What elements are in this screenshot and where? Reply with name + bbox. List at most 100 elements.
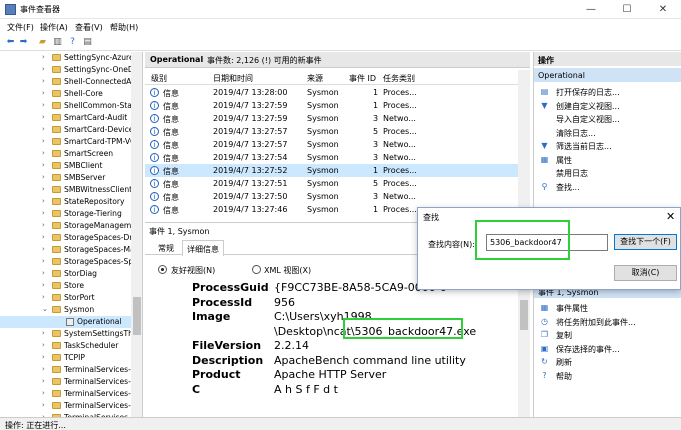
tree-item[interactable]: › TerminalServices-C (0, 364, 131, 376)
expand-chevron-icon[interactable]: › (42, 125, 45, 133)
tree-item[interactable]: › SmartCard-DeviceE (0, 124, 131, 136)
find-next-button[interactable]: 查找下一个(F) (614, 234, 677, 250)
event-row[interactable]: i 信息 2019/4/7 13:27:57 Sysmon 5 Proces... (145, 125, 518, 138)
column-event-id[interactable]: 事件 ID (349, 73, 376, 84)
action-item[interactable]: ↻ 刷新 (534, 355, 681, 368)
friendly-view-radio[interactable] (158, 265, 167, 274)
expand-chevron-icon[interactable]: › (42, 77, 45, 85)
xml-view-radio[interactable] (252, 265, 261, 274)
column-level[interactable]: 级别 (151, 73, 167, 84)
expand-chevron-icon[interactable]: › (42, 233, 45, 241)
tree-item[interactable]: › TaskScheduler (0, 340, 131, 352)
action-item[interactable]: 导入自定义视图... (534, 112, 681, 125)
expand-chevron-icon[interactable]: › (42, 113, 45, 121)
close-button[interactable]: ✕ (645, 0, 681, 19)
tree-item[interactable]: › TCPIP (0, 352, 131, 364)
tree-item[interactable]: › ShellCommon-Stan (0, 100, 131, 112)
tree-item[interactable]: › SMBClient (0, 160, 131, 172)
expand-chevron-icon[interactable]: › (42, 65, 45, 73)
column-source[interactable]: 来源 (307, 73, 323, 84)
event-row[interactable]: i 信息 2019/4/7 13:27:57 Sysmon 3 Netwo... (145, 138, 518, 151)
expand-chevron-icon[interactable]: › (42, 281, 45, 289)
tree-item[interactable]: ⌄ Sysmon (0, 304, 131, 316)
menu-action[interactable]: 操作(A) (40, 22, 68, 33)
tree-item[interactable]: › TerminalServices-P (0, 400, 131, 412)
menu-view[interactable]: 查看(V) (75, 22, 103, 33)
event-row[interactable]: i 信息 2019/4/7 13:27:59 Sysmon 3 Netwo... (145, 112, 518, 125)
actions-section-log[interactable]: Operational (534, 68, 681, 82)
tree-item[interactable]: › SystemSettingsThre (0, 328, 131, 340)
expand-chevron-icon[interactable]: › (42, 377, 45, 385)
action-item[interactable]: ❐ 复制 (534, 328, 681, 341)
expand-chevron-icon[interactable]: › (42, 365, 45, 373)
tree-item[interactable]: › SmartCard-Audit (0, 112, 131, 124)
tab-general[interactable]: 常规 (155, 243, 177, 254)
expand-chevron-icon[interactable]: › (42, 197, 45, 205)
tree-item[interactable]: › Shell-Core (0, 88, 131, 100)
collapse-chevron-icon[interactable]: ⌄ (42, 305, 48, 313)
tree-item[interactable]: › SettingSync-OneDr (0, 64, 131, 76)
event-row[interactable]: i 信息 2019/4/7 13:27:54 Sysmon 3 Netwo... (145, 151, 518, 164)
expand-chevron-icon[interactable]: › (42, 257, 45, 265)
action-item[interactable]: ? 帮助 (534, 369, 681, 382)
action-item[interactable]: ▦ 属性 (534, 153, 681, 166)
event-row[interactable]: i 信息 2019/4/7 13:27:50 Sysmon 3 Netwo... (145, 190, 518, 203)
tree-item[interactable]: › Shell-ConnectedAc (0, 76, 131, 88)
expand-chevron-icon[interactable]: › (42, 173, 45, 181)
tree-item[interactable]: Operational (0, 316, 131, 328)
expand-chevron-icon[interactable]: › (42, 53, 45, 61)
expand-chevron-icon[interactable]: › (42, 341, 45, 349)
back-arrow-icon[interactable]: ⬅ (5, 37, 16, 48)
menu-file[interactable]: 文件(F) (7, 22, 34, 33)
action-item[interactable]: ▤ 打开保存的日志... (534, 85, 681, 98)
action-item[interactable]: ▦ 事件属性 (534, 301, 681, 314)
tree-item[interactable]: › StateRepository (0, 196, 131, 208)
expand-chevron-icon[interactable]: › (42, 269, 45, 277)
expand-chevron-icon[interactable]: › (42, 329, 45, 337)
menu-help[interactable]: 帮助(H) (110, 22, 138, 33)
action-item[interactable]: ▣ 保存选择的事件... (534, 342, 681, 355)
expand-chevron-icon[interactable]: › (42, 101, 45, 109)
action-item[interactable]: ⚲ 查找... (534, 180, 681, 193)
expand-chevron-icon[interactable]: › (42, 221, 45, 229)
action-item[interactable]: ▼ 创建自定义视图... (534, 99, 681, 112)
tree-item[interactable]: › StorPort (0, 292, 131, 304)
tree-item[interactable]: › TerminalServices-C (0, 376, 131, 388)
expand-chevron-icon[interactable]: › (42, 137, 45, 145)
help-icon[interactable]: ? (67, 37, 78, 48)
folder-up-icon[interactable]: ▰ (37, 37, 48, 48)
tree-item[interactable]: › StorageSpaces-Driv (0, 232, 131, 244)
column-task-category[interactable]: 任务类别 (383, 73, 415, 84)
event-row[interactable]: i 信息 2019/4/7 13:27:59 Sysmon 1 Proces... (145, 99, 518, 112)
tree-item[interactable]: › StorageSpaces-Spa (0, 256, 131, 268)
tree-item[interactable]: › StorDiag (0, 268, 131, 280)
expand-chevron-icon[interactable]: › (42, 353, 45, 361)
minimize-button[interactable]: — (573, 0, 609, 19)
event-row[interactable]: i 信息 2019/4/7 13:27:51 Sysmon 5 Proces... (145, 177, 518, 190)
tree-item[interactable]: › Store (0, 280, 131, 292)
tree-item[interactable]: › SmartScreen (0, 148, 131, 160)
find-dialog-close-icon[interactable]: ✕ (666, 210, 675, 223)
tree-scrollbar-thumb[interactable] (133, 297, 141, 335)
tree-item[interactable]: › SmartCard-TPM-VC (0, 136, 131, 148)
action-item[interactable]: ▼ 筛选当前日志... (534, 139, 681, 152)
tree-item[interactable]: › Storage-Tiering (0, 208, 131, 220)
tree-scrollbar[interactable] (131, 52, 142, 417)
details-scrollbar-thumb[interactable] (520, 300, 528, 330)
action-item[interactable]: 禁用日志 (534, 166, 681, 179)
tree-item[interactable]: › StorageManagemer (0, 220, 131, 232)
show-hide-actions-icon[interactable]: ▤ (82, 37, 93, 48)
tree-item[interactable]: › TerminalServices-L (0, 388, 131, 400)
tree-item[interactable]: › StorageSpaces-Mar (0, 244, 131, 256)
tab-details[interactable]: 详细信息 (182, 240, 224, 256)
action-item[interactable]: 清除日志... (534, 126, 681, 139)
column-datetime[interactable]: 日期和时间 (213, 73, 253, 84)
events-grid-scrollbar[interactable] (518, 70, 530, 218)
forward-arrow-icon[interactable]: ➡ (18, 37, 29, 48)
event-row[interactable]: i 信息 2019/4/7 13:27:52 Sysmon 1 Proces... (145, 164, 518, 177)
show-hide-tree-icon[interactable]: ▥ (52, 37, 63, 48)
expand-chevron-icon[interactable]: › (42, 401, 45, 409)
expand-chevron-icon[interactable]: › (42, 185, 45, 193)
expand-chevron-icon[interactable]: › (42, 245, 45, 253)
tree-item[interactable]: › SettingSync-Azure (0, 52, 131, 64)
